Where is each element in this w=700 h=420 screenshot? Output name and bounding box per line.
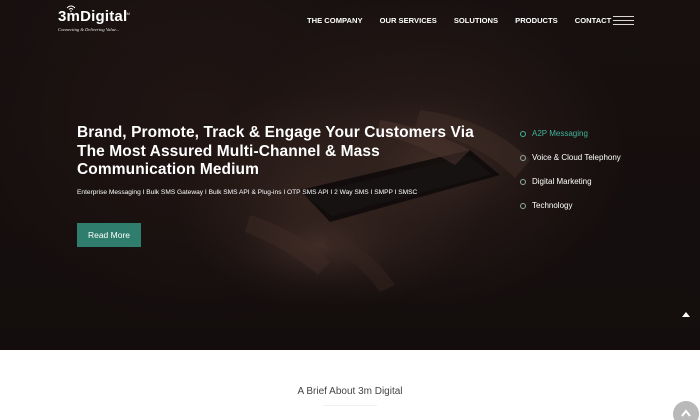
logo-trademark: TM: [124, 11, 130, 16]
hero-service-label: Technology: [532, 201, 573, 210]
main-nav: THE COMPANY OUR SERVICES SOLUTIONS PRODU…: [307, 16, 628, 28]
hero-headline: Brand, Promote, Track & Engage Your Cust…: [77, 124, 487, 180]
hero-service-label: Digital Marketing: [532, 177, 592, 186]
hamburger-icon[interactable]: [613, 16, 634, 25]
arrow-up-icon: [681, 409, 691, 417]
page: 3mDigital TM Connecting & Delivering Val…: [0, 0, 700, 420]
hero-service-label: A2P Messaging: [532, 129, 588, 138]
read-more-button[interactable]: Read More: [77, 223, 141, 247]
chevron-up-icon[interactable]: [680, 309, 692, 319]
hero-service-list: A2P Messaging Voice & Cloud Telephony Di…: [520, 128, 680, 224]
nav-item-solutions[interactable]: SOLUTIONS: [454, 16, 498, 28]
about-section-title: A Brief About 3m Digital: [297, 386, 403, 397]
hero-service-item[interactable]: Digital Marketing: [520, 176, 680, 200]
bullet-circle-icon: [520, 131, 526, 137]
nav-item-products[interactable]: PRODUCTS: [515, 16, 558, 28]
bullet-circle-icon: [520, 179, 526, 185]
section-divider: [323, 405, 377, 406]
hero-headline-line: Brand, Promote, Track & Engage Your Cust…: [77, 124, 474, 141]
scroll-to-top-button[interactable]: [673, 401, 699, 420]
nav-item-our-services[interactable]: OUR SERVICES: [380, 16, 437, 28]
logo-wordmark: 3mDigital: [58, 8, 128, 25]
hero-service-item[interactable]: Technology: [520, 200, 680, 224]
logo-tagline: Connecting & Delivering Value...: [58, 27, 120, 32]
hero-headline-line: Communication Medium: [77, 161, 259, 178]
nav-item-contact[interactable]: CONTACT: [575, 16, 612, 28]
hero-headline-line: The Most Assured Multi-Channel & Mass: [77, 142, 380, 160]
hero-service-label: Voice & Cloud Telephony: [532, 153, 621, 162]
site-header: 3mDigital TM Connecting & Delivering Val…: [0, 0, 700, 42]
bullet-circle-icon: [520, 203, 526, 209]
nav-item-the-company[interactable]: THE COMPANY: [307, 16, 363, 28]
bullet-circle-icon: [520, 155, 526, 161]
hero-service-item[interactable]: A2P Messaging: [520, 128, 680, 152]
company-logo[interactable]: 3mDigital TM Connecting & Delivering Val…: [58, 5, 138, 38]
hero-service-item[interactable]: Voice & Cloud Telephony: [520, 152, 680, 176]
hero-services-subline: Enterprise Messaging I Bulk SMS Gateway …: [77, 189, 418, 196]
